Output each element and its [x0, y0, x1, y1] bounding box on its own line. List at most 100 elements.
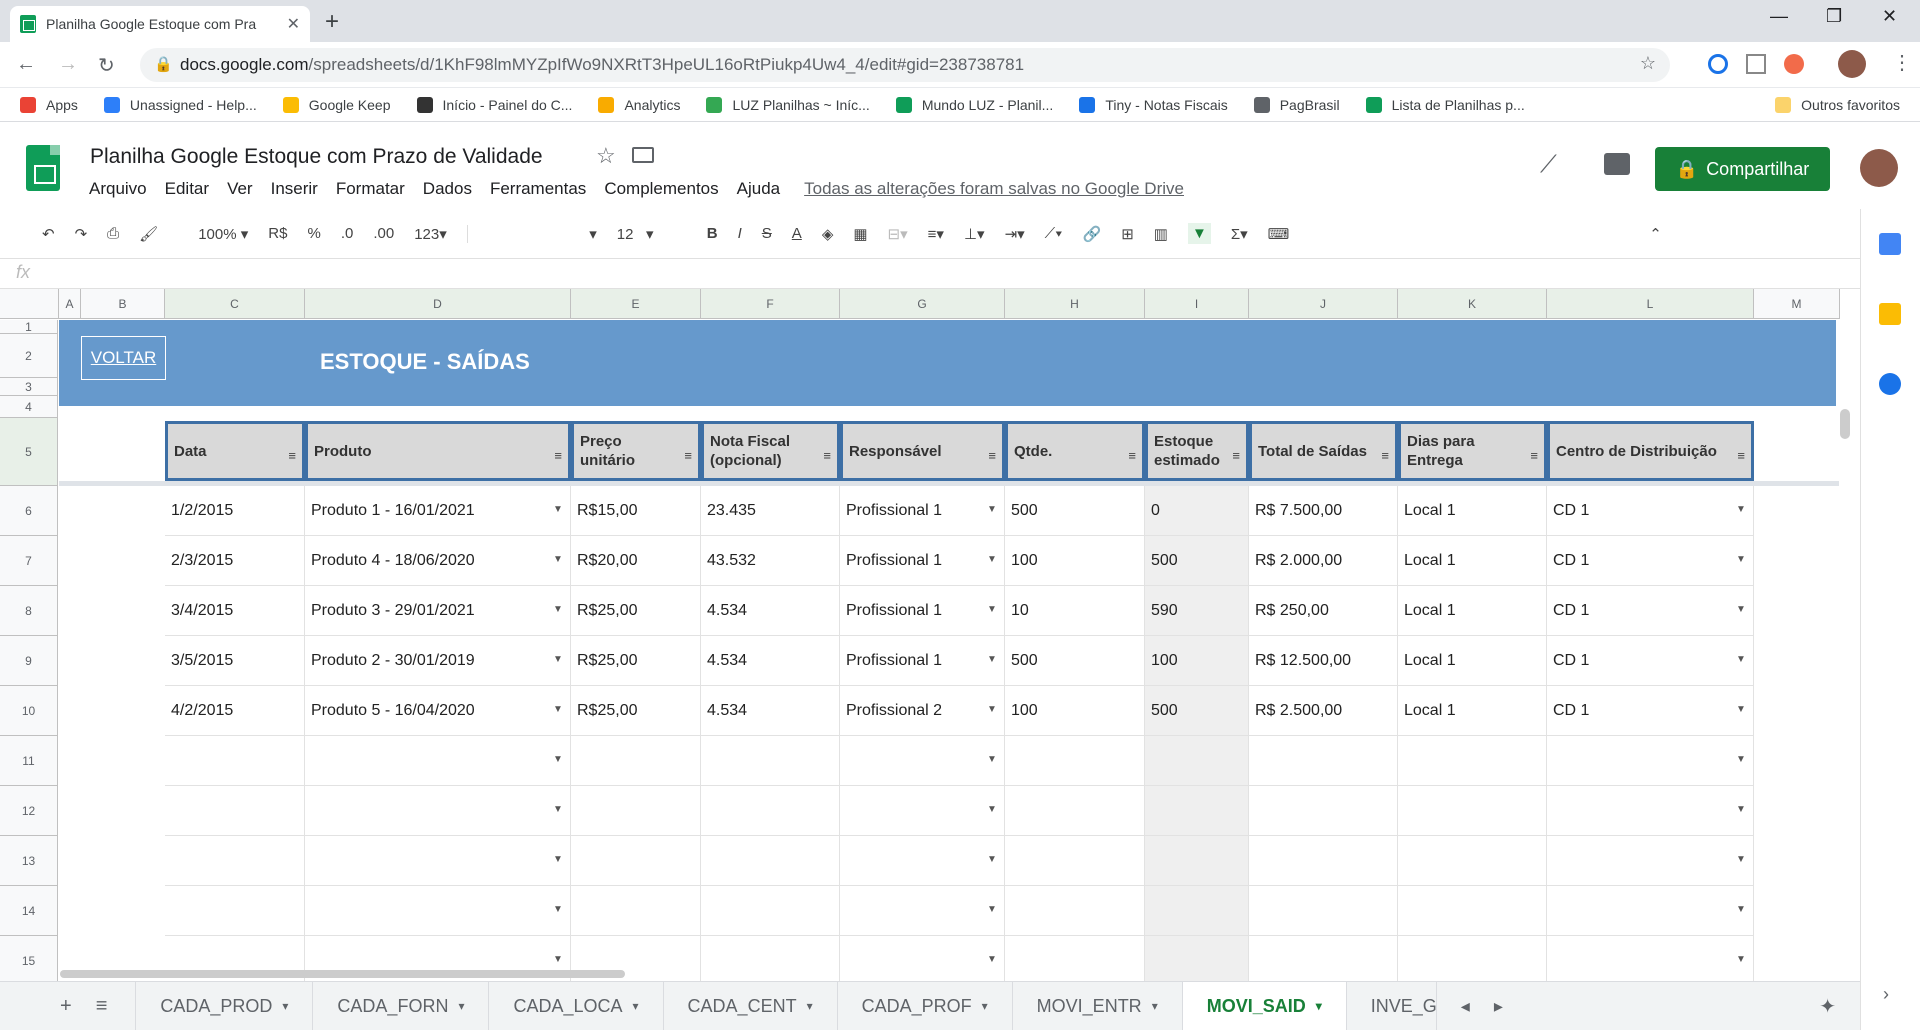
- table-cell[interactable]: [165, 736, 305, 786]
- maximize-icon[interactable]: ❐: [1826, 6, 1842, 27]
- increase-decimal-button[interactable]: .00: [373, 225, 394, 242]
- strikethrough-icon[interactable]: S: [762, 225, 772, 242]
- table-header-cell[interactable]: Dias para Entrega ≡: [1398, 421, 1547, 481]
- row-header[interactable]: 4: [0, 396, 58, 418]
- table-cell[interactable]: [840, 836, 1005, 886]
- dropdown-chevron-icon[interactable]: ▼: [987, 504, 997, 515]
- dropdown-chevron-icon[interactable]: ▼: [553, 754, 563, 765]
- table-cell[interactable]: CD 1: [1547, 486, 1754, 536]
- table-cell[interactable]: [1398, 886, 1547, 936]
- row-header[interactable]: 9: [0, 636, 58, 686]
- column-header[interactable]: A: [59, 289, 81, 319]
- table-cell[interactable]: R$25,00: [571, 636, 701, 686]
- redo-icon[interactable]: ↷: [75, 225, 88, 243]
- filter-icon[interactable]: ≡: [1232, 446, 1240, 465]
- table-cell[interactable]: 4.534: [701, 686, 840, 736]
- row-header[interactable]: 12: [0, 786, 58, 836]
- table-cell[interactable]: 100: [1145, 636, 1249, 686]
- menu-item[interactable]: Editar: [165, 179, 209, 199]
- table-cell[interactable]: [840, 786, 1005, 836]
- table-cell[interactable]: R$20,00: [571, 536, 701, 586]
- column-header[interactable]: C: [165, 289, 305, 319]
- document-title[interactable]: Planilha Google Estoque com Prazo de Val…: [90, 145, 543, 169]
- filter-icon[interactable]: ≡: [823, 446, 831, 465]
- dropdown-chevron-icon[interactable]: ▼: [1736, 754, 1746, 765]
- insert-comment-icon[interactable]: ⊞: [1121, 225, 1134, 243]
- account-avatar[interactable]: [1860, 149, 1898, 187]
- horizontal-scrollbar[interactable]: [60, 970, 625, 978]
- table-cell[interactable]: CD 1: [1547, 586, 1754, 636]
- fill-color-icon[interactable]: ◈: [822, 225, 834, 243]
- table-cell[interactable]: [1398, 836, 1547, 886]
- save-status[interactable]: Todas as alterações foram salvas no Goog…: [804, 179, 1184, 199]
- table-cell[interactable]: [305, 836, 571, 886]
- table-header-cell[interactable]: Produto ≡: [305, 421, 571, 481]
- insert-link-icon[interactable]: 🔗: [1083, 225, 1102, 243]
- kebab-menu-icon[interactable]: ⋮: [1892, 50, 1912, 75]
- insert-chart-icon[interactable]: ▥: [1154, 225, 1168, 243]
- table-cell[interactable]: [1005, 736, 1145, 786]
- filter-icon[interactable]: ≡: [988, 446, 996, 465]
- filter-icon[interactable]: ≡: [1381, 446, 1389, 465]
- print-icon[interactable]: ⎙: [107, 225, 119, 242]
- bookmark-item[interactable]: Apps: [20, 96, 78, 113]
- table-header-cell[interactable]: Centro de Distribuição ≡: [1547, 421, 1754, 481]
- sheet-tab[interactable]: MOVI_SAID ▾: [1182, 982, 1347, 1030]
- table-cell[interactable]: R$ 250,00: [1249, 586, 1398, 636]
- table-cell[interactable]: Profissional 1: [840, 486, 1005, 536]
- table-cell[interactable]: CD 1: [1547, 536, 1754, 586]
- decrease-decimal-button[interactable]: .0: [341, 225, 354, 242]
- table-cell[interactable]: [1145, 936, 1249, 981]
- column-header[interactable]: H: [1005, 289, 1145, 319]
- table-cell[interactable]: CD 1: [1547, 636, 1754, 686]
- table-cell[interactable]: [1145, 886, 1249, 936]
- bookmark-item[interactable]: Analytics: [598, 96, 680, 113]
- dropdown-chevron-icon[interactable]: ▼: [1736, 504, 1746, 515]
- table-cell[interactable]: R$15,00: [571, 486, 701, 536]
- merge-cells-icon[interactable]: ⊟▾: [888, 225, 908, 243]
- table-cell[interactable]: R$25,00: [571, 586, 701, 636]
- bookmark-item[interactable]: Lista de Planilhas p...: [1365, 96, 1525, 113]
- expand-panel-icon[interactable]: ›: [1883, 984, 1889, 1005]
- align-horizontal-icon[interactable]: ≡▾: [928, 225, 944, 243]
- dropdown-chevron-icon[interactable]: ▼: [1736, 954, 1746, 965]
- activity-trend-icon[interactable]: ⟋: [1540, 151, 1557, 179]
- table-cell[interactable]: [701, 836, 840, 886]
- font-family-select[interactable]: ▾: [466, 224, 597, 243]
- dropdown-chevron-icon[interactable]: ▼: [987, 854, 997, 865]
- sheet-tab-menu-icon[interactable]: ▾: [282, 999, 288, 1013]
- filter-icon[interactable]: ≡: [1128, 446, 1136, 465]
- borders-icon[interactable]: ▦: [853, 225, 867, 243]
- table-cell[interactable]: [1005, 886, 1145, 936]
- row-header[interactable]: 13: [0, 836, 58, 886]
- column-header[interactable]: J: [1249, 289, 1398, 319]
- dropdown-chevron-icon[interactable]: ▼: [987, 904, 997, 915]
- new-tab-icon[interactable]: +: [325, 8, 339, 36]
- bookmark-item[interactable]: Google Keep: [282, 96, 391, 113]
- menu-item[interactable]: Dados: [423, 179, 472, 199]
- row-header[interactable]: 14: [0, 886, 58, 936]
- bookmark-item[interactable]: Início - Painel do C...: [416, 96, 572, 113]
- column-header[interactable]: I: [1145, 289, 1249, 319]
- row-header[interactable]: 8: [0, 586, 58, 636]
- table-cell[interactable]: 590: [1145, 586, 1249, 636]
- collapse-toolbar-icon[interactable]: ⌃: [1649, 225, 1662, 243]
- table-cell[interactable]: [1145, 836, 1249, 886]
- table-cell[interactable]: CD 1: [1547, 686, 1754, 736]
- column-header[interactable]: M: [1754, 289, 1840, 319]
- row-header[interactable]: 2: [0, 334, 58, 378]
- table-cell[interactable]: Local 1: [1398, 636, 1547, 686]
- table-cell[interactable]: 100: [1005, 536, 1145, 586]
- row-header[interactable]: 3: [0, 378, 58, 396]
- percent-format-button[interactable]: %: [307, 225, 320, 242]
- dropdown-chevron-icon[interactable]: ▼: [1736, 804, 1746, 815]
- table-cell[interactable]: Produto 4 - 18/06/2020: [305, 536, 571, 586]
- sheet-tab[interactable]: CADA_PROF ▾: [838, 982, 1013, 1030]
- table-cell[interactable]: [165, 786, 305, 836]
- star-bookmark-icon[interactable]: ☆: [1640, 53, 1656, 74]
- align-vertical-icon[interactable]: ⊥▾: [964, 225, 985, 243]
- italic-icon[interactable]: I: [738, 225, 742, 242]
- table-header-cell[interactable]: Qtde. ≡: [1005, 421, 1145, 481]
- table-cell[interactable]: 43.532: [701, 536, 840, 586]
- table-cell[interactable]: 500: [1145, 686, 1249, 736]
